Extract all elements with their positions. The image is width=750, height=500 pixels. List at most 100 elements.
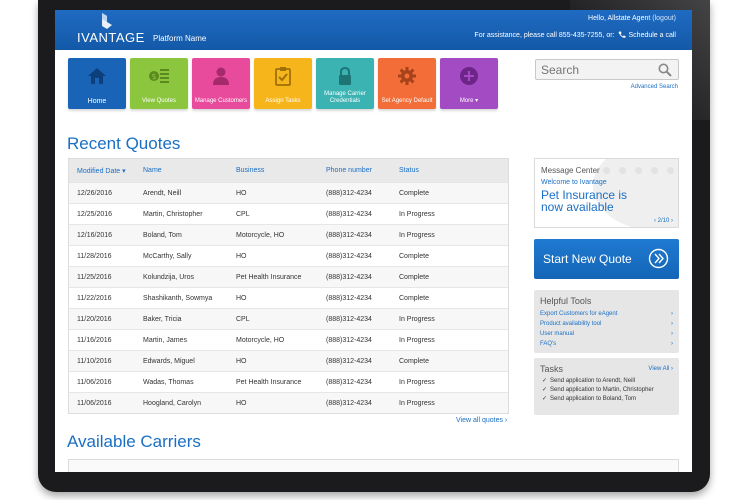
assistance-info: For assistance, please call 855-435-7255… [474, 31, 676, 39]
helpful-tools-list: Export Customers for eAgent › Product avai… [534, 309, 679, 349]
nav-tiles: Home $ View Quotes Manage Customers Assi… [68, 58, 498, 109]
cell-phone: (888)312-4234 [326, 252, 372, 260]
table-row[interactable]: 12/26/2016 Arendt, Neill HO (888)312-4234 Co… [69, 182, 508, 203]
table-row[interactable]: 11/10/2016 Edwards, Miguel HO (888)312-4234… [69, 350, 508, 371]
logo-mark-icon [102, 13, 112, 29]
cell-name: Arendt, Neill [143, 189, 182, 197]
cell-phone: (888)312-4234 [326, 210, 372, 218]
message-pager[interactable]: ‹ 2/10 › [654, 218, 673, 224]
cell-business: Pet Health Insurance [236, 273, 302, 281]
start-new-quote-button[interactable]: Start New Quote [534, 239, 679, 279]
helpful-tool-label: User manual [540, 331, 575, 337]
cell-phone: (888)312-4234 [326, 294, 372, 302]
cell-phone: (888)312-4234 [326, 357, 372, 365]
tile-more[interactable]: More ▾ [440, 58, 498, 109]
tile-home[interactable]: Home [68, 58, 126, 109]
logo-text[interactable]: IVANTAGE [77, 30, 145, 45]
cell-business: CPL [236, 315, 250, 323]
helpful-tool-item[interactable]: Product availability tool › [534, 319, 679, 329]
cell-date: 11/22/2016 [77, 294, 112, 302]
cell-business: HO [236, 357, 247, 365]
carousel-dot[interactable] [603, 167, 610, 174]
table-row[interactable]: 11/28/2016 McCarthy, Sally HO (888)312-4234… [69, 245, 508, 266]
table-row[interactable]: 12/25/2016 Martin, Christopher CPL (888)312… [69, 203, 508, 224]
clipboard-check-icon [275, 67, 291, 86]
cell-name: Shashikanth, Sowmya [143, 294, 213, 302]
view-all-quotes-link[interactable]: View all quotes › [456, 417, 507, 424]
chevron-right-icon: › [671, 341, 673, 347]
col-name[interactable]: Name [143, 167, 236, 174]
col-phone[interactable]: Phone number [326, 167, 399, 174]
recent-quotes-table: Modified Date ▾ Name Business Phone numb… [68, 158, 509, 414]
plus-circle-icon [460, 67, 478, 85]
table-row[interactable]: 12/16/2016 Boland, Tom Motorcycle, HO (888)… [69, 224, 508, 245]
carousel-dot[interactable] [667, 167, 674, 174]
table-row[interactable]: 11/06/2016 Hoogland, Carolyn HO (888)312-42… [69, 392, 508, 413]
advanced-search-link[interactable]: Advanced Search [631, 84, 678, 90]
cell-name: Edwards, Miguel [143, 357, 195, 365]
helpful-tool-label: FAQ's [540, 341, 557, 347]
cell-phone: (888)312-4234 [326, 231, 372, 239]
cell-business: HO [236, 399, 247, 407]
col-business[interactable]: Business [236, 167, 326, 174]
cell-name: Baker, Tricia [143, 315, 182, 323]
cell-status: Complete [399, 189, 429, 197]
cell-name: Kolundzija, Uros [143, 273, 194, 281]
cell-date: 11/20/2016 [77, 315, 112, 323]
helpful-tool-item[interactable]: User manual › [534, 329, 679, 339]
chevron-right-icon: › [671, 311, 673, 317]
tasks-panel: Tasks View All › ✓ Send application to Ar… [534, 358, 679, 415]
tile-carrier-credentials[interactable]: Manage Carrier Credentials [316, 58, 374, 109]
table-row[interactable]: 11/20/2016 Baker, Tricia CPL (888)312-4234 I… [69, 308, 508, 329]
message-center: Message Center Welcome to Ivantage Pet I… [534, 158, 679, 228]
top-header: IVANTAGE Platform Name Hello, Allstate A… [55, 10, 692, 50]
table-row[interactable]: 11/16/2016 Martin, James Motorcycle, HO (88… [69, 329, 508, 350]
col-modified-date[interactable]: Modified Date ▾ [69, 167, 143, 175]
carousel-dots [603, 167, 674, 174]
task-item[interactable]: ✓ Send application to Arendt, Neill [534, 376, 679, 385]
tile-label: Manage Carrier Credentials [324, 91, 366, 104]
cell-status: Complete [399, 252, 429, 260]
cell-date: 11/16/2016 [77, 336, 112, 344]
cell-business: Motorcycle, HO [236, 336, 285, 344]
search-input[interactable] [536, 60, 651, 79]
carousel-dot[interactable] [635, 167, 642, 174]
app-screen: IVANTAGE Platform Name Hello, Allstate A… [55, 10, 692, 472]
tasks-view-all-link[interactable]: View All › [648, 366, 673, 372]
message-headline[interactable]: Pet Insurance is now available [541, 189, 651, 213]
logout-link[interactable]: (logout) [652, 15, 676, 22]
cell-phone: (888)312-4234 [326, 378, 372, 386]
message-center-title: Message Center [541, 166, 600, 175]
table-row[interactable]: 11/25/2016 Kolundzija, Uros Pet Health Ins… [69, 266, 508, 287]
helpful-tools-panel: Helpful Tools Export Customers for eAgen… [534, 290, 679, 353]
search-box [535, 59, 679, 80]
tile-view-quotes[interactable]: $ View Quotes [130, 58, 188, 109]
search-icon[interactable] [658, 63, 672, 77]
cell-date: 12/16/2016 [77, 231, 113, 239]
svg-text:$: $ [151, 72, 156, 81]
check-icon: ✓ [542, 396, 548, 402]
task-label: Send application to Arendt, Neill [550, 377, 636, 384]
assistance-text: For assistance, please call 855-435-7255… [474, 31, 615, 39]
table-row[interactable]: 11/06/2016 Wadas, Thomas Pet Health Insura… [69, 371, 508, 392]
money-list-icon: $ [149, 69, 169, 83]
table-row[interactable]: 11/22/2016 Shashikanth, Sowmya HO (888)312-… [69, 287, 508, 308]
cell-date: 12/26/2016 [77, 189, 113, 197]
cell-date: 11/10/2016 [77, 357, 112, 365]
helpful-tool-item[interactable]: FAQ's › [534, 339, 679, 349]
carousel-dot[interactable] [651, 167, 658, 174]
cell-name: Boland, Tom [143, 231, 182, 239]
tile-manage-customers[interactable]: Manage Customers [192, 58, 250, 109]
tile-assign-tasks[interactable]: Assign Tasks [254, 58, 312, 109]
check-icon: ✓ [542, 378, 548, 384]
col-status[interactable]: Status [399, 167, 499, 174]
schedule-call-link[interactable]: Schedule a call [629, 32, 676, 39]
carousel-dot[interactable] [619, 167, 626, 174]
task-item[interactable]: ✓ Send application to Boland, Tom [534, 394, 679, 403]
helpful-tool-label: Product availability tool [540, 321, 602, 327]
task-item[interactable]: ✓ Send application to Martin, Christopher [534, 385, 679, 394]
helpful-tool-item[interactable]: Export Customers for eAgent › [534, 309, 679, 319]
cell-phone: (888)312-4234 [326, 189, 372, 197]
tile-agency-default[interactable]: Set Agency Default [378, 58, 436, 109]
start-new-quote-label: Start New Quote [543, 252, 632, 266]
